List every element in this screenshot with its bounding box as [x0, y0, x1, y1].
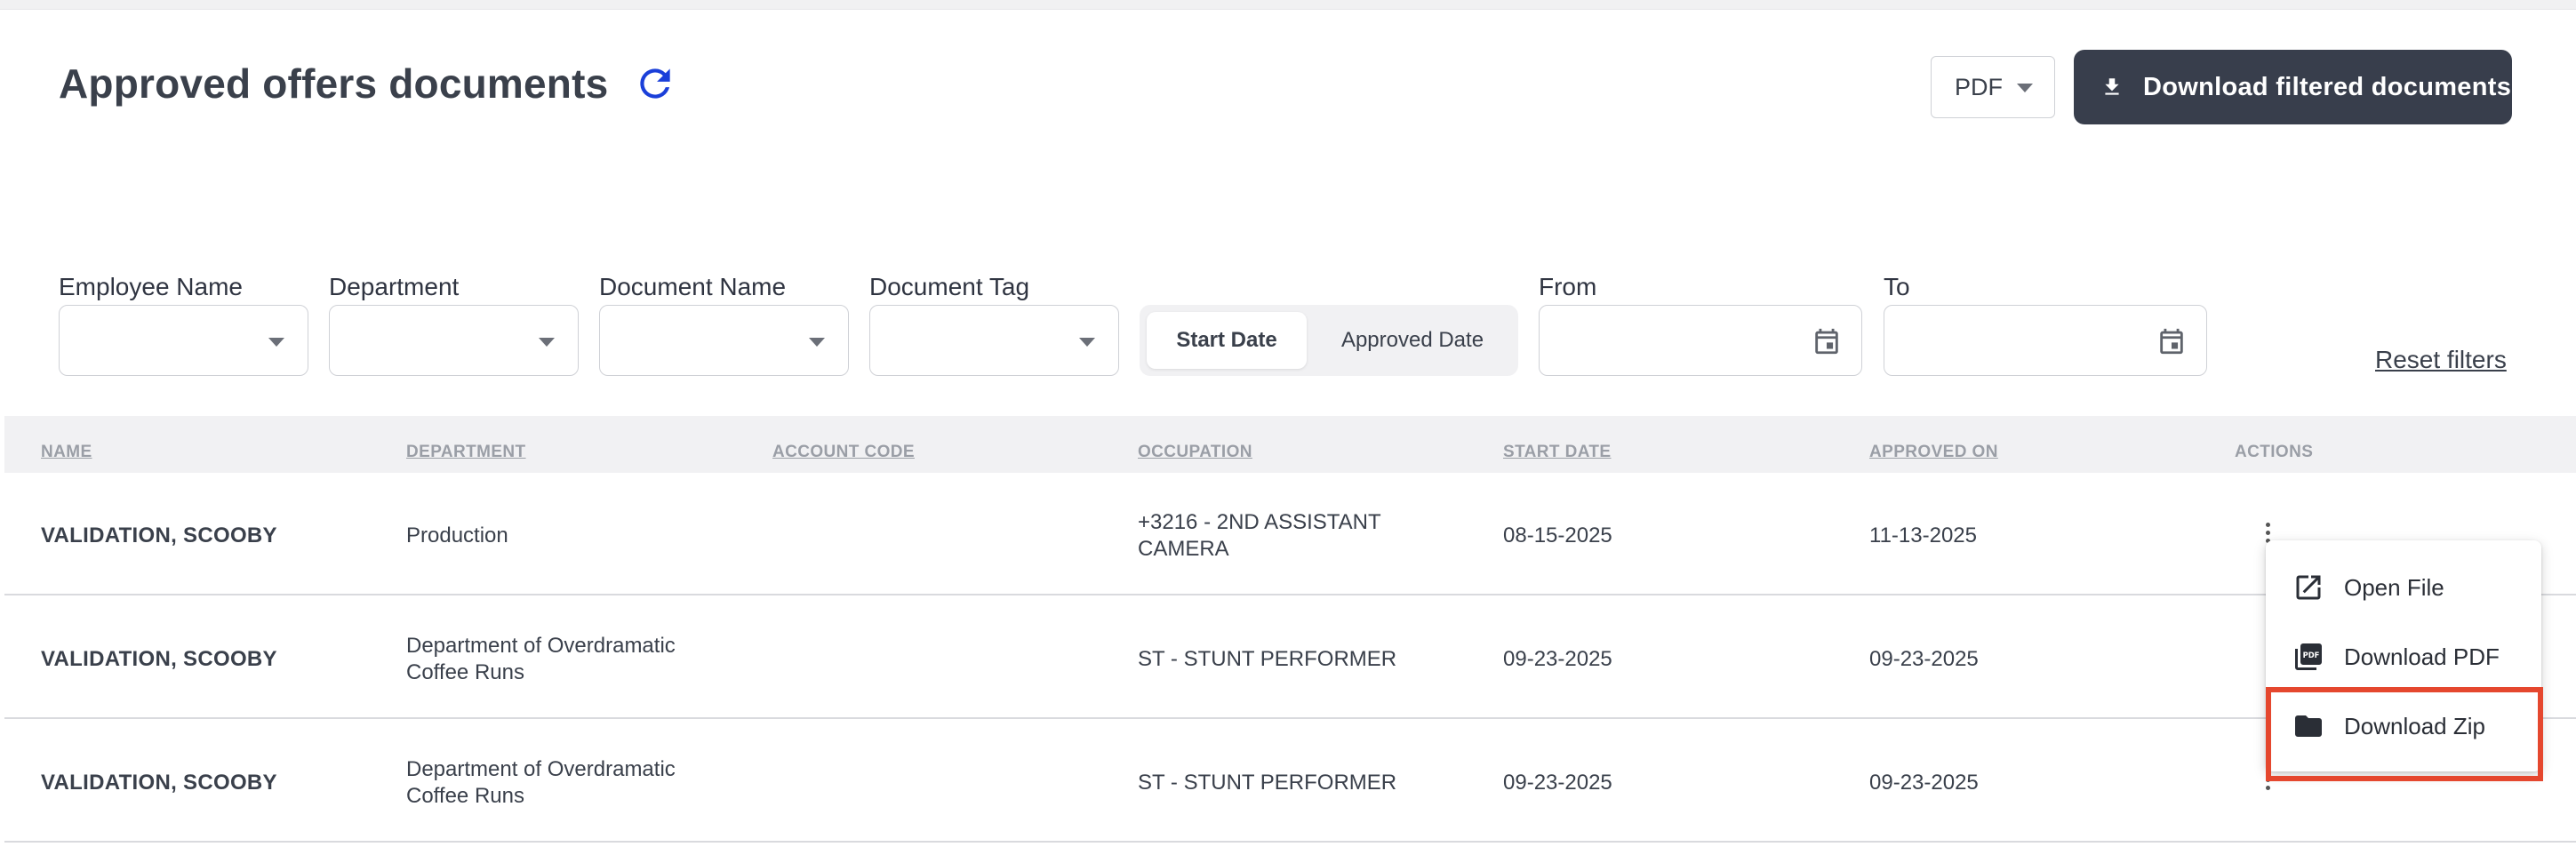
menu-item-open-file[interactable]: Open File	[2266, 556, 2541, 619]
employee-name-select[interactable]	[59, 305, 308, 376]
menu-item-label: Download Zip	[2344, 712, 2485, 739]
occupation-cell: ST - STUNT PERFORMER	[1138, 647, 1397, 671]
start-date-toggle-option[interactable]: Start Date	[1147, 312, 1307, 369]
menu-item-label: Download PDF	[2344, 643, 2500, 670]
column-header-start-date[interactable]: START DATE	[1503, 443, 1612, 462]
page-container: Approved offers documents PDF Download f…	[0, 9, 2576, 855]
department-line: Department of Overdramatic	[406, 634, 676, 658]
approved-date-toggle-option[interactable]: Approved Date	[1314, 312, 1511, 369]
document-tag-label: Document Tag	[869, 273, 1030, 300]
department-cell: Department of Overdramatic Coffee Runs	[406, 633, 676, 686]
pdf-file-icon: PDF	[2295, 643, 2322, 670]
employee-name-cell: VALIDATION, SCOOBY	[41, 771, 277, 795]
open-in-new-icon	[2296, 575, 2321, 600]
department-select[interactable]	[329, 305, 579, 376]
column-header-department[interactable]: DEPARTMENT	[406, 443, 526, 462]
department-label: Department	[329, 273, 460, 300]
column-header-approved-on[interactable]: APPROVED ON	[1869, 443, 1998, 462]
actions-menu: Open File PDF Download PDF Download Zip	[2266, 540, 2541, 771]
chevron-down-icon	[2017, 84, 2033, 92]
folder-icon	[2295, 715, 2322, 737]
column-header-actions: ACTIONS	[2235, 443, 2314, 461]
format-select[interactable]: PDF	[1931, 56, 2055, 118]
approved-on-cell: 11-13-2025	[1869, 523, 1977, 547]
employee-name-label: Employee Name	[59, 273, 243, 300]
more-actions-icon[interactable]	[2266, 770, 2271, 793]
download-filtered-documents-button[interactable]: Download filtered documents	[2074, 50, 2512, 124]
from-date-input[interactable]	[1539, 305, 1862, 376]
date-type-toggle: Start Date Approved Date	[1140, 305, 1518, 376]
occupation-cell: ST - STUNT PERFORMER	[1138, 771, 1397, 795]
start-date-cell: 09-23-2025	[1503, 647, 1612, 671]
start-date-cell: 08-15-2025	[1503, 523, 1612, 547]
department-line: Department of Overdramatic	[406, 757, 676, 781]
approved-on-cell: 09-23-2025	[1869, 647, 1979, 671]
chevron-down-icon	[539, 338, 555, 347]
chevron-down-icon	[268, 338, 284, 347]
department-line: Coffee Runs	[406, 660, 524, 684]
column-header-occupation[interactable]: OCCUPATION	[1138, 443, 1252, 462]
start-date-cell: 09-23-2025	[1503, 771, 1612, 795]
table-header: NAME DEPARTMENT ACCOUNT CODE OCCUPATION …	[4, 416, 2576, 473]
document-name-label: Document Name	[599, 273, 787, 300]
employee-name-cell: VALIDATION, SCOOBY	[41, 523, 277, 547]
format-select-value: PDF	[1955, 73, 2003, 100]
document-tag-select[interactable]	[869, 305, 1119, 376]
svg-text:PDF: PDF	[2303, 651, 2320, 659]
calendar-icon[interactable]	[2156, 325, 2187, 357]
table-row: VALIDATION, SCOOBY Department of Overdra…	[4, 720, 2576, 843]
department-line: Coffee Runs	[406, 784, 524, 808]
department-cell: Department of Overdramatic Coffee Runs	[406, 756, 676, 810]
download-button-label: Download filtered documents	[2143, 72, 2512, 101]
chevron-down-icon	[809, 338, 825, 347]
menu-item-download-pdf[interactable]: PDF Download PDF	[2266, 626, 2541, 688]
occupation-cell: +3216 - 2ND ASSISTANT CAMERA	[1138, 509, 1381, 563]
table-row: VALIDATION, SCOOBY Production +3216 - 2N…	[4, 473, 2576, 595]
department-cell: Production	[406, 523, 508, 549]
menu-item-download-zip[interactable]: Download Zip	[2266, 695, 2541, 757]
column-header-name[interactable]: NAME	[41, 443, 92, 462]
occupation-line: +3216 - 2ND ASSISTANT	[1138, 510, 1381, 534]
reset-filters-link[interactable]: Reset filters	[2375, 346, 2507, 374]
to-date-input[interactable]	[1884, 305, 2207, 376]
menu-item-label: Open File	[2344, 573, 2444, 601]
document-name-select[interactable]	[599, 305, 849, 376]
refresh-icon[interactable]	[633, 61, 677, 106]
employee-name-cell: VALIDATION, SCOOBY	[41, 647, 277, 671]
occupation-line: CAMERA	[1138, 537, 1229, 561]
approved-on-cell: 09-23-2025	[1869, 771, 1979, 795]
to-label: To	[1884, 273, 1910, 300]
download-icon	[2105, 78, 2119, 95]
chevron-down-icon	[1079, 338, 1095, 347]
department-line: Production	[406, 523, 508, 547]
calendar-icon[interactable]	[1812, 325, 1842, 357]
table-row: VALIDATION, SCOOBY Department of Overdra…	[4, 596, 2576, 719]
from-label: From	[1539, 273, 1597, 300]
page-title: Approved offers documents	[59, 60, 609, 107]
column-header-account-code[interactable]: ACCOUNT CODE	[772, 443, 915, 462]
